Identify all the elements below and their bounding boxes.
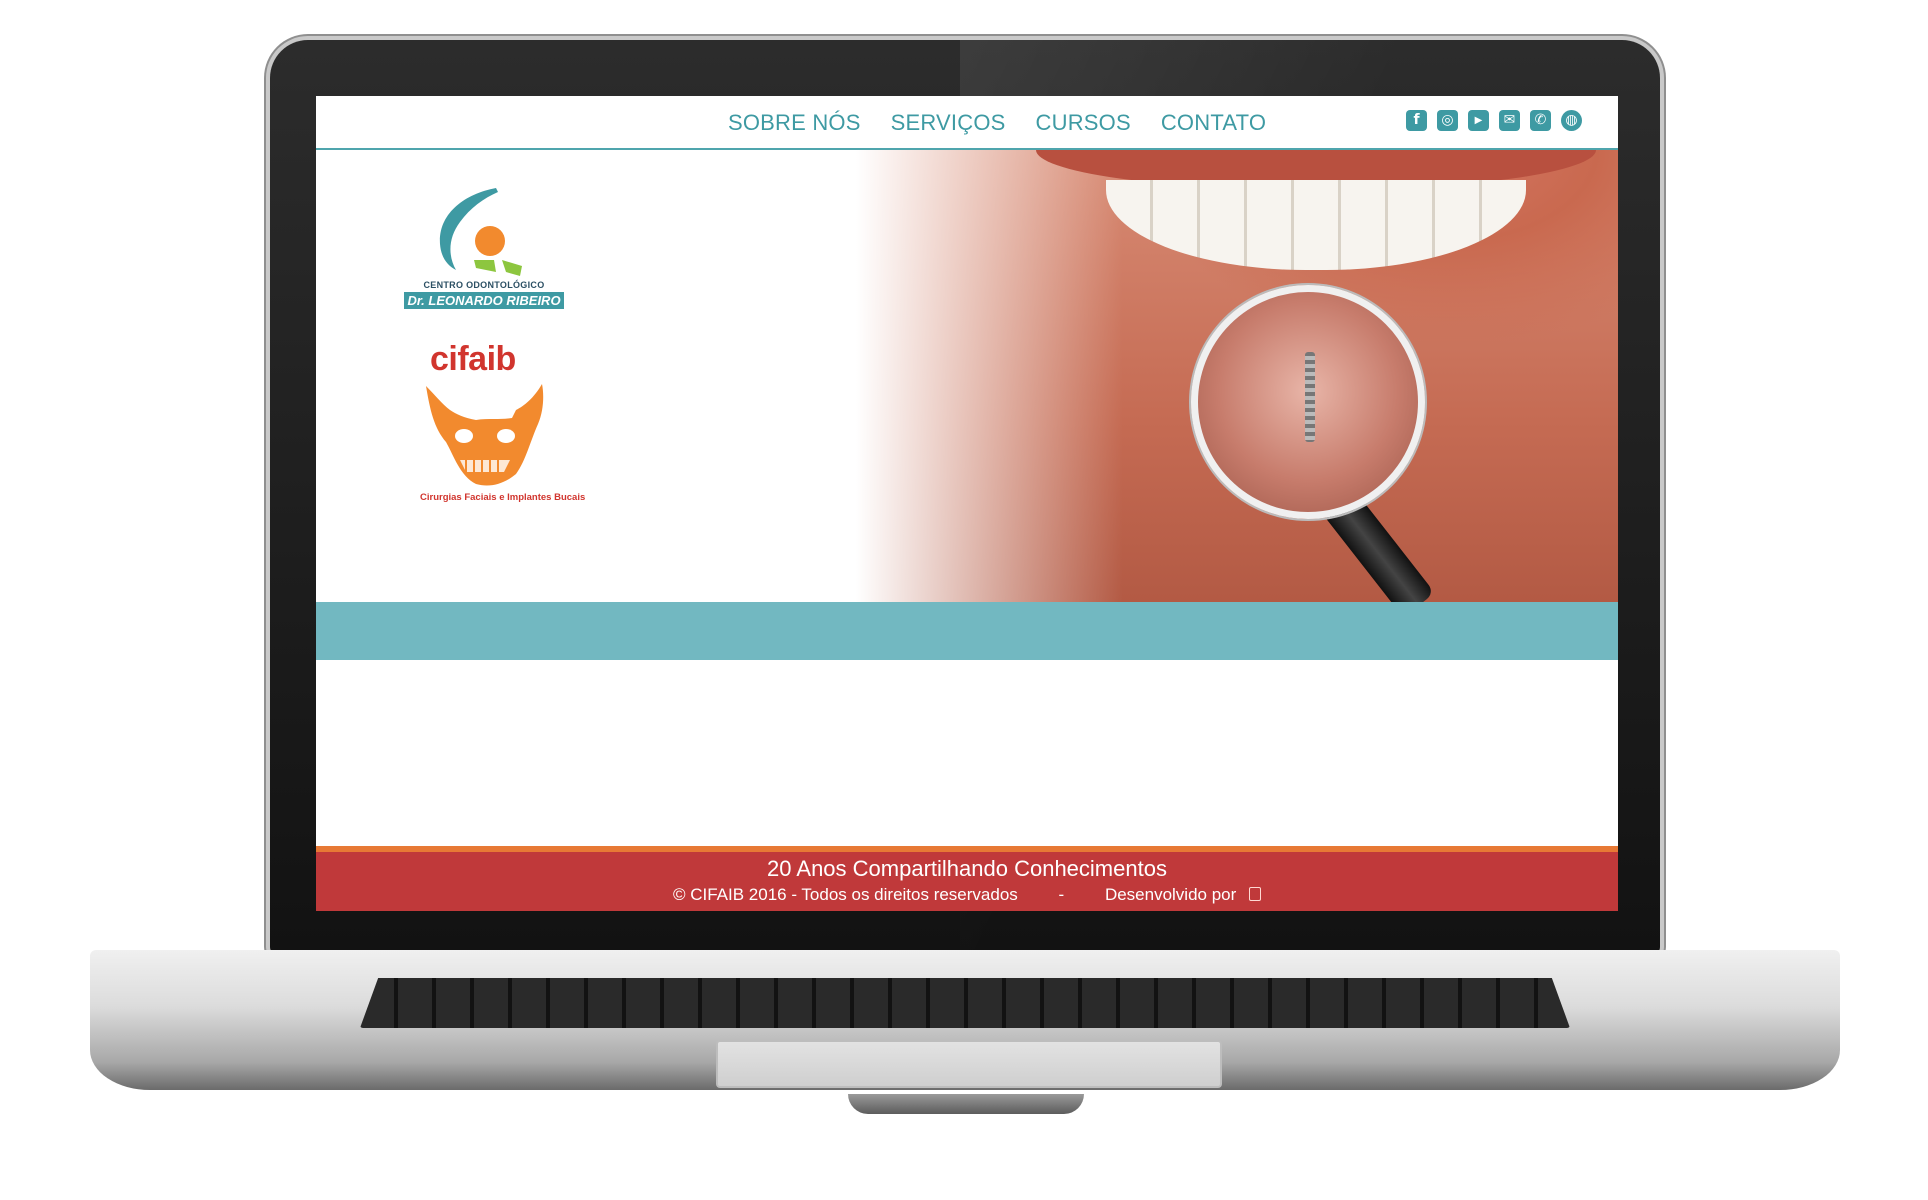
nav-servicos[interactable]: SERVIÇOS	[891, 110, 1006, 136]
logo-cifaib[interactable]: cifaib Cirurgias Faciais e Implantes Buc…	[420, 340, 585, 540]
laptop-keyboard	[360, 978, 1570, 1028]
logo-centro-odontologico[interactable]: CENTRO ODONTOLÓGICO Dr. LEONARDO RIBEIRO	[404, 186, 564, 318]
nav-sobre-nos[interactable]: SOBRE NÓS	[728, 110, 861, 136]
laptop-notch	[848, 1094, 1084, 1114]
phone-icon[interactable]: ✆	[1530, 110, 1551, 131]
footer-developed-by: Desenvolvido por	[1104, 885, 1237, 904]
footer-slogan: 20 Anos Compartilhando Conhecimentos	[767, 856, 1167, 881]
footer-copyright-line: © CIFAIB 2016 - Todos os direitos reserv…	[316, 885, 1618, 905]
youtube-icon[interactable]: ▶	[1468, 110, 1489, 131]
nav-contato[interactable]: CONTATO	[1161, 110, 1266, 136]
centro-logo-mark-icon	[439, 188, 522, 276]
magnifier-icon	[1191, 285, 1425, 519]
email-icon[interactable]: ✉	[1499, 110, 1520, 131]
hero-banner: CENTRO ODONTOLÓGICO Dr. LEONARDO RIBEIRO…	[316, 150, 1618, 618]
implant-shape	[1305, 352, 1315, 442]
site-header: SOBRE NÓS SERVIÇOS CURSOS CONTATO f ◎ ▶ …	[316, 96, 1618, 150]
instagram-icon[interactable]: ◎	[1437, 110, 1458, 131]
site-footer: 20 Anos Compartilhando Conhecimentos © C…	[316, 846, 1618, 911]
footer-separator: -	[1058, 885, 1065, 904]
laptop-screen: SOBRE NÓS SERVIÇOS CURSOS CONTATO f ◎ ▶ …	[316, 96, 1618, 911]
laptop-trackpad	[716, 1040, 1222, 1088]
main-nav: SOBRE NÓS SERVIÇOS CURSOS CONTATO	[728, 110, 1266, 136]
skull-icon	[426, 384, 544, 486]
cifaib-logo-word: cifaib	[430, 340, 516, 378]
teal-band	[316, 602, 1618, 660]
teeth-shape	[1106, 180, 1526, 270]
centro-logo-line2: Dr. LEONARDO RIBEIRO	[404, 292, 564, 309]
globe-icon[interactable]: ◍	[1561, 110, 1582, 131]
nav-cursos[interactable]: CURSOS	[1036, 110, 1131, 136]
social-links: f ◎ ▶ ✉ ✆ ◍	[1406, 110, 1582, 131]
cifaib-logo-tagline: Cirurgias Faciais e Implantes Bucais	[420, 492, 586, 503]
facebook-icon[interactable]: f	[1406, 110, 1427, 131]
developer-logo-icon[interactable]	[1249, 887, 1262, 901]
hero-smile-image	[856, 150, 1618, 618]
centro-logo-line1: CENTRO ODONTOLÓGICO	[423, 280, 545, 290]
footer-copyright: © CIFAIB 2016 - Todos os direitos reserv…	[672, 885, 1018, 904]
